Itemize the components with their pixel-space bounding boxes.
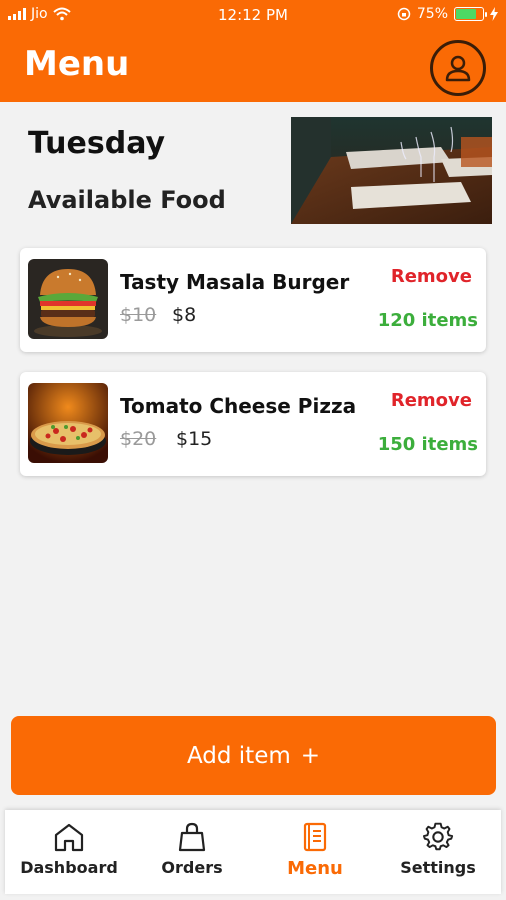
user-icon	[445, 55, 471, 82]
status-right: 75%	[397, 6, 498, 22]
add-item-button[interactable]: Add item +	[11, 716, 496, 795]
page-title: Menu	[24, 44, 130, 84]
food-name: Tasty Masala Burger	[120, 270, 350, 294]
pizza-image	[28, 383, 108, 463]
plus-icon: +	[300, 742, 321, 769]
home-icon	[54, 823, 84, 852]
new-price: $15	[176, 428, 213, 450]
profile-button[interactable]	[430, 40, 486, 96]
charging-icon	[490, 7, 498, 21]
battery-icon	[454, 7, 487, 21]
tab-label: Menu	[287, 858, 343, 879]
app-header: Jio 12:12 PM 75% Menu	[0, 0, 506, 102]
tab-settings[interactable]: Settings	[376, 810, 500, 894]
bottom-tab-bar: Dashboard Orders Menu Settings	[5, 810, 501, 894]
rotation-lock-icon	[397, 7, 411, 21]
status-bar: Jio 12:12 PM 75%	[0, 0, 506, 30]
battery-percent: 75%	[416, 6, 448, 22]
tab-label: Dashboard	[20, 858, 118, 877]
day-heading: Tuesday	[28, 126, 166, 161]
menu-book-icon	[303, 822, 327, 852]
stock-count: 150 items	[377, 434, 478, 455]
tab-label: Orders	[161, 858, 223, 877]
old-price: $20	[120, 428, 157, 450]
shopping-bag-icon	[178, 822, 206, 852]
add-item-label: Add item	[186, 742, 291, 769]
tab-label: Settings	[400, 858, 476, 877]
food-item-card[interactable]: Tomato Cheese Pizza $20 $15 Remove 150 i…	[20, 372, 486, 476]
tab-dashboard[interactable]: Dashboard	[7, 810, 131, 894]
new-price: $8	[172, 304, 197, 326]
restaurant-image	[291, 117, 492, 224]
stock-count: 120 items	[377, 310, 478, 331]
tab-orders[interactable]: Orders	[130, 810, 254, 894]
old-price: $10	[120, 304, 157, 326]
remove-button[interactable]: Remove	[391, 266, 472, 287]
gear-icon	[422, 822, 454, 851]
burger-image	[28, 259, 108, 339]
food-name: Tomato Cheese Pizza	[120, 394, 357, 418]
food-item-card[interactable]: Tasty Masala Burger $10 $8 Remove 120 it…	[20, 248, 486, 352]
tab-menu[interactable]: Menu	[253, 810, 377, 894]
remove-button[interactable]: Remove	[391, 390, 472, 411]
section-title: Available Food	[28, 186, 226, 214]
